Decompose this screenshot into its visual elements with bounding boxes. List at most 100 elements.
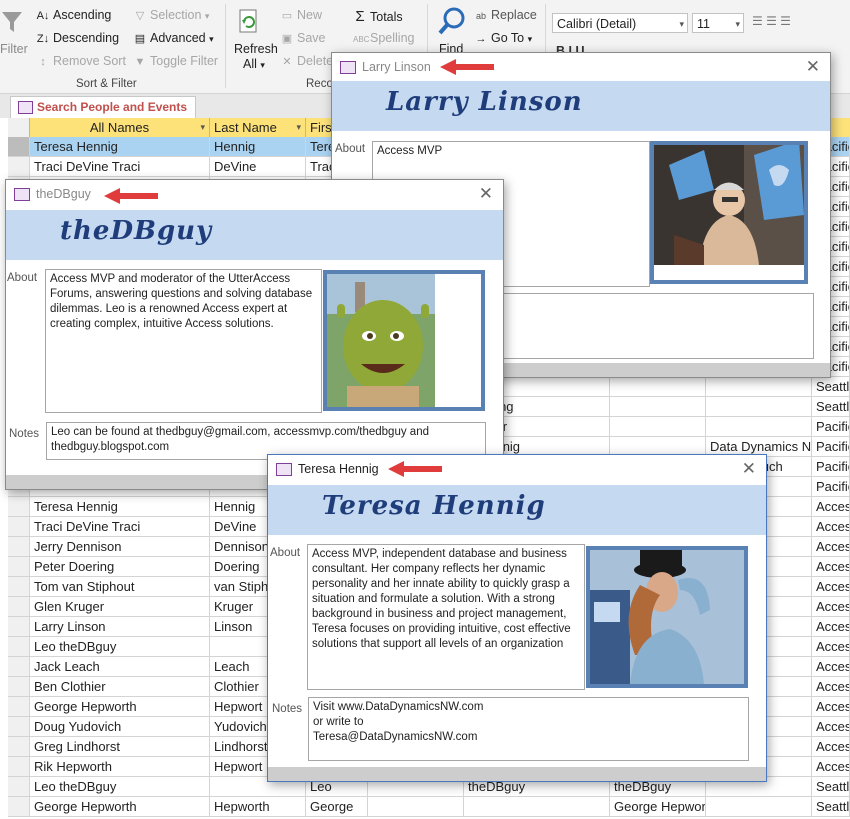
table-cell[interactable]: Access <box>812 677 850 696</box>
notes-textbox[interactable]: Visit www.DataDynamicsNW.com or write to… <box>308 697 749 761</box>
about-textbox[interactable]: Access MVP, independent database and bus… <box>307 544 585 690</box>
table-cell[interactable] <box>610 397 706 416</box>
refresh-all-button[interactable] <box>236 8 262 41</box>
table-cell[interactable]: Seattl <box>812 397 850 416</box>
table-cell[interactable]: Access <box>812 577 850 596</box>
table-cell[interactable]: Access <box>812 497 850 516</box>
table-cell[interactable] <box>706 397 812 416</box>
table-cell[interactable] <box>706 377 812 396</box>
column-header-all-names[interactable]: All Names ▾ <box>30 118 210 137</box>
table-cell[interactable] <box>706 417 812 436</box>
toggle-filter-button[interactable]: ▼ Toggle Filter <box>133 54 219 68</box>
table-cell[interactable]: Pacific <box>812 457 850 476</box>
table-cell[interactable] <box>610 377 706 396</box>
select-all-corner[interactable] <box>8 118 30 137</box>
row-selector[interactable] <box>8 617 30 636</box>
table-cell[interactable]: Teresa Hennig <box>30 137 210 156</box>
table-cell[interactable]: George Hepworth <box>610 797 706 816</box>
table-cell[interactable]: Ben Clothier <box>30 677 210 696</box>
table-cell[interactable]: Access <box>812 537 850 556</box>
ascending-button[interactable]: A↓ Ascending <box>36 8 112 22</box>
table-cell[interactable]: Leo theDBguy <box>30 637 210 656</box>
table-cell[interactable]: Access <box>812 737 850 756</box>
popup-title-bar[interactable]: Larry Linson ✕ <box>332 53 830 81</box>
row-selector[interactable] <box>8 757 30 776</box>
table-cell[interactable]: Larry Linson <box>30 617 210 636</box>
row-selector[interactable] <box>8 777 30 796</box>
go-to-button[interactable]: → Go To ▾ <box>474 31 533 45</box>
table-cell[interactable]: Rik Hepworth <box>30 757 210 776</box>
table-cell[interactable] <box>464 797 610 816</box>
table-cell[interactable]: Access <box>812 557 850 576</box>
find-button[interactable] <box>437 6 467 41</box>
table-cell[interactable] <box>610 417 706 436</box>
table-cell[interactable]: Seattl <box>812 797 850 816</box>
popup-title-bar[interactable]: theDBguy ✕ <box>6 180 503 208</box>
table-cell[interactable]: Pacific <box>812 417 850 436</box>
replace-button[interactable]: ab Replace <box>474 8 537 22</box>
table-cell[interactable]: Jerry Dennison <box>30 537 210 556</box>
about-textbox[interactable]: Access MVP and moderator of the UtterAcc… <box>45 269 322 413</box>
new-record-button[interactable]: ▭ New <box>280 8 322 22</box>
table-cell[interactable]: Greg Lindhorst <box>30 737 210 756</box>
table-cell[interactable]: Pacific <box>812 437 850 456</box>
table-cell[interactable]: Traci DeVine Traci <box>30 517 210 536</box>
table-cell[interactable]: Jack Leach <box>30 657 210 676</box>
table-cell[interactable]: DeVine <box>210 157 306 176</box>
row-selector[interactable] <box>8 517 30 536</box>
table-cell[interactable]: Access <box>812 597 850 616</box>
row-selector[interactable] <box>8 137 30 156</box>
table-cell[interactable]: Traci DeVine Traci <box>30 157 210 176</box>
table-cell[interactable]: Access <box>812 717 850 736</box>
table-cell[interactable]: George Hepworth <box>30 797 210 816</box>
row-selector[interactable] <box>8 537 30 556</box>
close-icon[interactable]: ✕ <box>742 459 756 479</box>
table-row[interactable]: George Hepworth Hepworth George George Hepw… <box>8 797 850 817</box>
descending-button[interactable]: Z↓ Descending <box>36 31 119 45</box>
delete-record-button[interactable]: ✕ Delete <box>280 54 333 68</box>
close-icon[interactable]: ✕ <box>479 184 493 204</box>
popup-title-bar[interactable]: Teresa Hennig ✕ <box>268 455 766 483</box>
table-cell[interactable]: Peter Doering <box>30 557 210 576</box>
row-selector[interactable] <box>8 557 30 576</box>
table-cell[interactable]: Teresa Hennig <box>30 497 210 516</box>
table-cell[interactable]: Hennig <box>210 137 306 156</box>
row-selector[interactable] <box>8 637 30 656</box>
notes-textbox[interactable] <box>502 293 814 359</box>
table-cell[interactable] <box>368 797 464 816</box>
table-cell[interactable]: Pacific <box>812 477 850 496</box>
totals-button[interactable]: Σ Totals <box>353 8 402 25</box>
table-cell[interactable]: Access <box>812 617 850 636</box>
spelling-button[interactable]: ABCSpelling <box>353 31 414 45</box>
table-cell[interactable]: Glen Kruger <box>30 597 210 616</box>
table-cell[interactable]: Access <box>812 697 850 716</box>
close-icon[interactable]: ✕ <box>806 57 820 77</box>
table-cell[interactable]: Access <box>812 657 850 676</box>
table-cell[interactable]: George <box>306 797 368 816</box>
font-name-combo[interactable]: Calibri (Detail) ▾ <box>552 13 688 33</box>
font-size-combo[interactable]: 11 ▾ <box>692 13 744 33</box>
row-selector[interactable] <box>8 577 30 596</box>
table-cell[interactable]: Leo theDBguy <box>30 777 210 796</box>
row-selector[interactable] <box>8 597 30 616</box>
row-selector[interactable] <box>8 677 30 696</box>
row-selector[interactable] <box>8 657 30 676</box>
table-cell[interactable]: George Hepworth <box>30 697 210 716</box>
table-cell[interactable]: Hepworth <box>210 797 306 816</box>
row-selector[interactable] <box>8 697 30 716</box>
column-header-last-name[interactable]: Last Name ▾ <box>210 118 306 137</box>
advanced-button[interactable]: ▤ Advanced ▾ <box>133 31 214 45</box>
table-cell[interactable]: Tom van Stiphout <box>30 577 210 596</box>
table-cell[interactable]: Seattl <box>812 777 850 796</box>
row-selector[interactable] <box>8 157 30 176</box>
selection-button[interactable]: ▽ Selection ▾ <box>133 8 210 22</box>
table-cell[interactable]: Seattl <box>812 377 850 396</box>
list-format-icons[interactable]: ☰ ☰ ☰ <box>752 14 791 28</box>
table-cell[interactable]: Access <box>812 637 850 656</box>
remove-sort-button[interactable]: ↕ Remove Sort <box>36 54 126 68</box>
table-cell[interactable]: Access <box>812 517 850 536</box>
table-cell[interactable] <box>706 797 812 816</box>
row-selector[interactable] <box>8 797 30 816</box>
table-cell[interactable]: Doug Yudovich <box>30 717 210 736</box>
row-selector[interactable] <box>8 497 30 516</box>
